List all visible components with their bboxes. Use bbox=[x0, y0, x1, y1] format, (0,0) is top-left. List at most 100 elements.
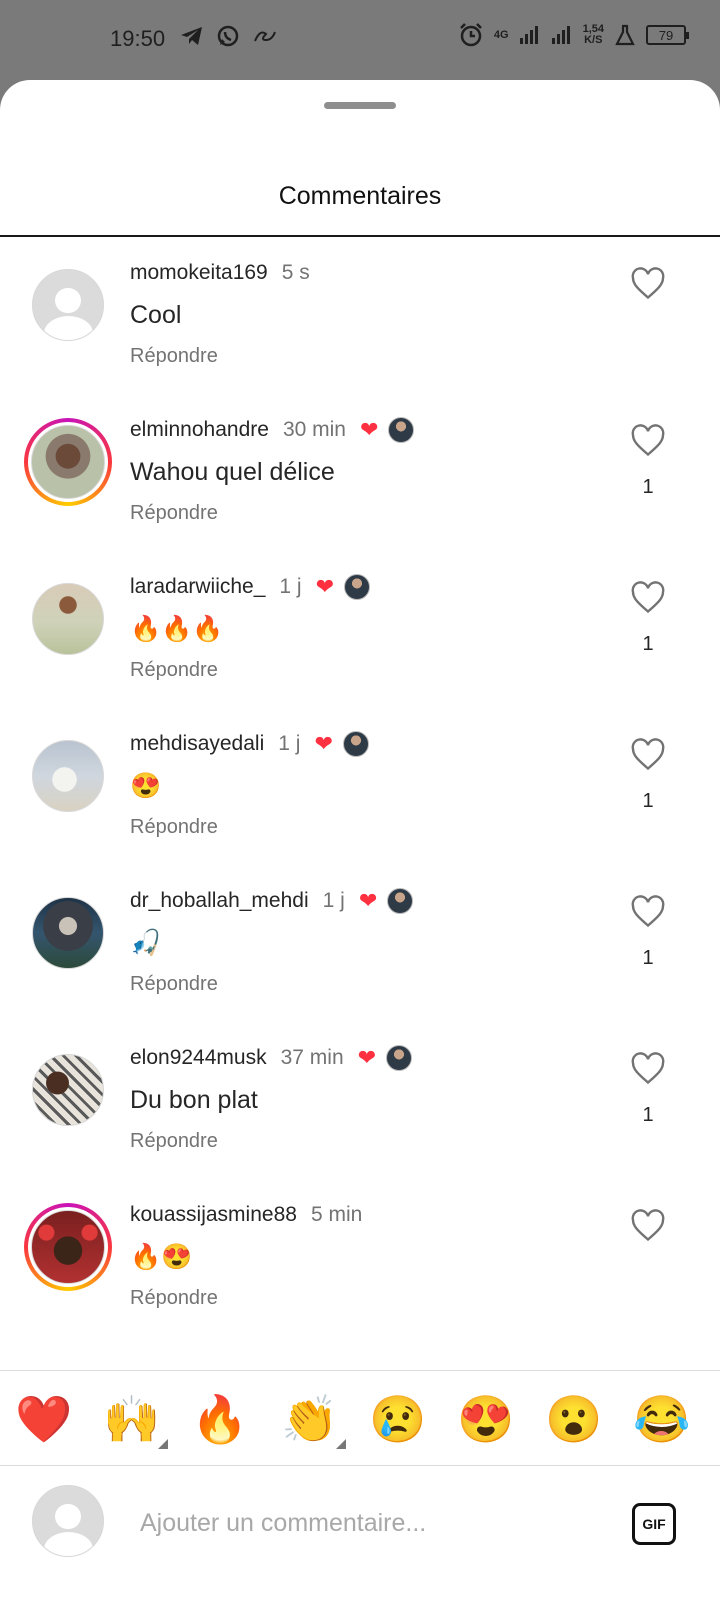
comment-username[interactable]: elon9244musk bbox=[130, 1046, 267, 1070]
heart-outline-icon[interactable] bbox=[630, 895, 666, 929]
comment-username[interactable]: mehdisayedali bbox=[130, 732, 264, 756]
battery-level: 79 bbox=[658, 27, 674, 43]
comment-text: 🔥😍 bbox=[130, 1243, 193, 1271]
skin-tone-indicator bbox=[336, 1439, 346, 1449]
comment-username[interactable]: momokeita169 bbox=[130, 261, 268, 285]
comment-username[interactable]: elminnohandre bbox=[130, 418, 269, 442]
emoji-surprised-button[interactable]: 😮 bbox=[544, 1391, 604, 1447]
status-right-icons: 4G 1,54 K/S 79 bbox=[458, 22, 689, 48]
reply-button[interactable]: Répondre bbox=[130, 345, 218, 368]
comment-item: momokeita169 5 s Cool Répondre bbox=[0, 237, 720, 394]
comment-text: 🔥🔥🔥 bbox=[130, 615, 224, 643]
heart-outline-icon[interactable] bbox=[630, 1052, 666, 1086]
comment-meta: mehdisayedali 1 j ❤ bbox=[130, 730, 369, 758]
comment-time: 5 min bbox=[310, 1203, 363, 1226]
comment-username[interactable]: laradarwiiche_ bbox=[130, 575, 265, 599]
reply-button[interactable]: Répondre bbox=[130, 1130, 218, 1153]
author-like-heart-icon: ❤ bbox=[358, 888, 378, 913]
reply-button[interactable]: Répondre bbox=[130, 502, 218, 525]
user-photo bbox=[32, 1054, 104, 1126]
comment-text: 🎣 bbox=[130, 929, 162, 957]
user-photo bbox=[31, 425, 105, 499]
author-like-heart-icon: ❤ bbox=[357, 1045, 377, 1070]
comment-time: 1 j bbox=[279, 575, 302, 598]
comment-username[interactable]: kouassijasmine88 bbox=[130, 1203, 297, 1227]
author-like-heart-icon: ❤ bbox=[314, 731, 333, 756]
comment-meta: momokeita169 5 s bbox=[130, 259, 310, 287]
author-like-heart-icon: ❤ bbox=[315, 574, 335, 599]
author-avatar bbox=[344, 574, 371, 600]
emoji-raised-hands-button[interactable]: 🙌 bbox=[102, 1391, 162, 1447]
signal-icon bbox=[519, 26, 538, 44]
heart-outline-icon[interactable] bbox=[630, 1209, 666, 1243]
sheet-grabber[interactable] bbox=[324, 102, 396, 109]
emoji-fire-button[interactable]: 🔥 bbox=[190, 1391, 250, 1447]
avatar[interactable] bbox=[24, 418, 112, 506]
reply-button[interactable]: Répondre bbox=[130, 1287, 218, 1310]
avatar[interactable] bbox=[32, 1054, 104, 1126]
signal-icon bbox=[551, 26, 570, 44]
lab-icon bbox=[615, 24, 635, 46]
heart-outline-icon[interactable] bbox=[630, 738, 666, 772]
link-icon bbox=[254, 31, 276, 42]
heart-outline-icon[interactable] bbox=[630, 267, 666, 301]
status-time: 19:50 bbox=[110, 26, 166, 51]
comment-text: Du bon plat bbox=[130, 1086, 258, 1114]
comment-item: mehdisayedali 1 j ❤ 😍 Répondre 1 bbox=[0, 708, 720, 865]
like-count: 1 bbox=[642, 947, 654, 969]
comment-meta: elminnohandre 30 min ❤ bbox=[130, 416, 415, 444]
battery-icon: 79 bbox=[646, 25, 689, 45]
comment-composer: GIF bbox=[0, 1467, 720, 1599]
comment-time: 1 j bbox=[322, 889, 345, 912]
user-photo bbox=[32, 740, 104, 812]
heart-outline-icon[interactable] bbox=[630, 424, 666, 458]
comment-text: Cool bbox=[130, 301, 182, 329]
comment-time: 5 s bbox=[281, 261, 310, 284]
network-type: 4G bbox=[493, 28, 509, 41]
author-avatar bbox=[386, 1045, 413, 1071]
avatar[interactable] bbox=[32, 740, 104, 812]
heart-outline-icon[interactable] bbox=[630, 581, 666, 615]
comment-meta: dr_hoballah_mehdi 1 j ❤ bbox=[130, 887, 414, 915]
user-photo bbox=[31, 1210, 105, 1284]
gif-button[interactable]: GIF bbox=[632, 1503, 676, 1545]
avatar[interactable] bbox=[32, 897, 104, 969]
reply-button[interactable]: Répondre bbox=[130, 659, 218, 682]
sheet-title: Commentaires bbox=[278, 182, 442, 210]
alarm-icon bbox=[460, 23, 482, 47]
like-count: 1 bbox=[642, 790, 654, 812]
speed-unit: K/S bbox=[584, 34, 603, 46]
reply-button[interactable]: Répondre bbox=[130, 973, 218, 996]
comment-item: dr_hoballah_mehdi 1 j ❤ 🎣 Répondre 1 bbox=[0, 865, 720, 1022]
emoji-clap-button[interactable]: 👏 bbox=[280, 1391, 340, 1447]
emoji-crying-button[interactable]: 😢 bbox=[368, 1391, 428, 1447]
comment-meta: laradarwiiche_ 1 j ❤ bbox=[130, 573, 371, 601]
comment-time: 37 min bbox=[280, 1046, 344, 1069]
author-avatar bbox=[388, 417, 415, 443]
status-left-icons bbox=[180, 24, 278, 48]
comments-sheet: Commentaires momokeita169 5 s Cool Répon… bbox=[0, 80, 720, 1599]
emoji-heart-eyes-button[interactable]: 😍 bbox=[456, 1391, 516, 1447]
comment-item: laradarwiiche_ 1 j ❤ 🔥🔥🔥 Répondre 1 bbox=[0, 551, 720, 708]
comment-username[interactable]: dr_hoballah_mehdi bbox=[130, 889, 309, 913]
avatar[interactable] bbox=[24, 1203, 112, 1291]
comment-text: Wahou quel délice bbox=[130, 458, 335, 486]
comment-input[interactable] bbox=[140, 1503, 600, 1543]
comment-time: 1 j bbox=[278, 732, 301, 755]
reply-button[interactable]: Répondre bbox=[130, 816, 218, 839]
network-speed: 1,54 K/S bbox=[583, 24, 604, 46]
comments-list: momokeita169 5 s Cool Répondre elminnoha… bbox=[0, 237, 720, 1367]
status-bar: 19:50 4G 1,54 K/S 79 bbox=[0, 0, 720, 80]
emoji-laughing-button[interactable]: 😂 bbox=[632, 1391, 692, 1447]
avatar[interactable] bbox=[32, 269, 104, 341]
user-photo bbox=[32, 583, 104, 655]
avatar[interactable] bbox=[32, 583, 104, 655]
like-count: 1 bbox=[642, 633, 654, 655]
comment-item: elminnohandre 30 min ❤ Wahou quel délice… bbox=[0, 394, 720, 551]
comment-item: kouassijasmine88 5 min 🔥😍 Répondre bbox=[0, 1179, 720, 1336]
like-count: 1 bbox=[642, 476, 654, 498]
emoji-heart-button[interactable]: ❤️ bbox=[14, 1391, 74, 1447]
current-user-avatar bbox=[32, 1485, 104, 1557]
comment-item: elon9244musk 37 min ❤ Du bon plat Répond… bbox=[0, 1022, 720, 1179]
comment-meta: elon9244musk 37 min ❤ bbox=[130, 1044, 413, 1072]
